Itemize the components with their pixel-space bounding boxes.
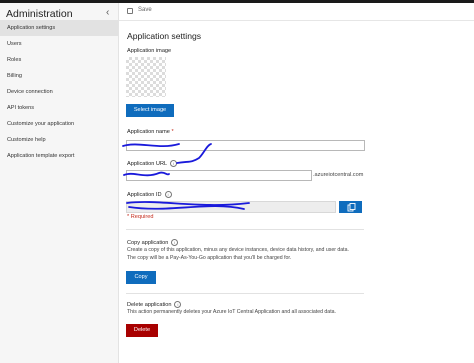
- app-id-label: Application ID i: [127, 191, 172, 198]
- sidebar-item-template-export[interactable]: Application template export: [0, 148, 118, 164]
- app-name-label: Application name *: [127, 129, 174, 135]
- page-title: Application settings: [127, 31, 202, 41]
- sidebar-item-api-tokens[interactable]: API tokens: [0, 100, 118, 116]
- save-button[interactable]: Save: [138, 7, 152, 13]
- info-icon[interactable]: i: [174, 301, 182, 308]
- info-icon[interactable]: i: [171, 239, 179, 246]
- copy-icon: [347, 203, 356, 212]
- required-mark: *: [171, 129, 174, 135]
- copy-id-button[interactable]: [339, 201, 362, 213]
- sidebar-item-application-settings[interactable]: Application settings: [0, 20, 118, 36]
- delete-app-description: This action permanently deletes your Azu…: [127, 309, 336, 315]
- app-url-input[interactable]: [126, 170, 312, 181]
- select-image-button[interactable]: Select image: [126, 104, 174, 117]
- copy-app-description-line2: The copy will be a Pay-As-You-Go applica…: [127, 255, 292, 261]
- sidebar-item-users[interactable]: Users: [0, 36, 118, 52]
- app-image-placeholder: [126, 57, 166, 97]
- main-content: Save Application settings Application im…: [119, 3, 474, 363]
- sidebar-item-device-connection[interactable]: Device connection: [0, 84, 118, 100]
- app-image-label: Application image: [127, 48, 172, 54]
- divider: [126, 229, 364, 230]
- divider: [126, 293, 364, 294]
- sidebar-item-billing[interactable]: Billing: [0, 68, 118, 84]
- save-icon[interactable]: [127, 8, 133, 14]
- sidebar-item-customize-help[interactable]: Customize help: [0, 132, 118, 148]
- chevron-left-icon[interactable]: ‹: [106, 7, 109, 18]
- sidebar-item-roles[interactable]: Roles: [0, 52, 118, 68]
- copy-button[interactable]: Copy: [126, 271, 156, 284]
- sidebar-item-customize-application[interactable]: Customize your application: [0, 116, 118, 132]
- copy-app-title: Copy application i: [127, 239, 179, 246]
- info-icon[interactable]: i: [170, 160, 178, 167]
- toolbar: Save: [119, 3, 474, 21]
- app-id-field: [126, 201, 336, 213]
- delete-app-title: Delete application i: [127, 301, 182, 308]
- app-name-input[interactable]: [126, 140, 365, 151]
- delete-button[interactable]: Delete: [126, 324, 158, 337]
- sidebar: Administration ‹ Application settings Us…: [0, 3, 119, 363]
- sidebar-title: Administration: [6, 8, 73, 20]
- url-suffix: .azureiotcentral.com: [313, 172, 364, 178]
- info-icon[interactable]: i: [164, 191, 172, 198]
- app-url-label: Application URL i: [127, 160, 178, 167]
- required-note: * Required: [127, 214, 154, 220]
